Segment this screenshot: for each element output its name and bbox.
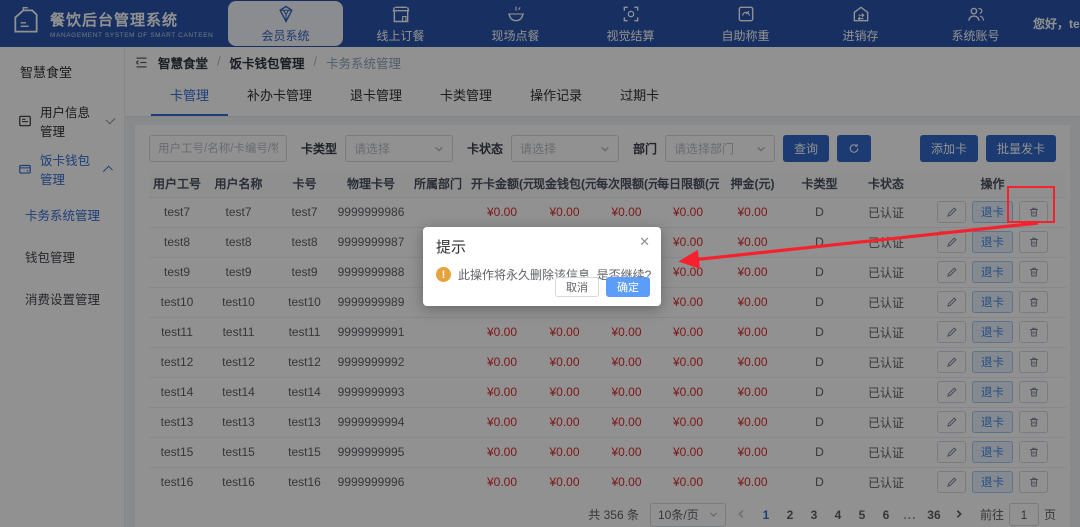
dialog-title: 提示 xyxy=(436,236,648,257)
delete-confirm-dialog: 提示 ✕ ! 此操作将永久删除该信息, 是否继续? 取消 确定 xyxy=(423,227,661,306)
confirm-button[interactable]: 确定 xyxy=(606,277,650,297)
app-screen: 餐饮后台管理系统 MANAGEMENT SYSTEM OF SMART CANT… xyxy=(0,0,1080,527)
annotation-highlight-box xyxy=(1007,186,1055,223)
cancel-button[interactable]: 取消 xyxy=(555,277,599,297)
warning-icon: ! xyxy=(436,267,451,282)
close-icon[interactable]: ✕ xyxy=(639,235,650,248)
